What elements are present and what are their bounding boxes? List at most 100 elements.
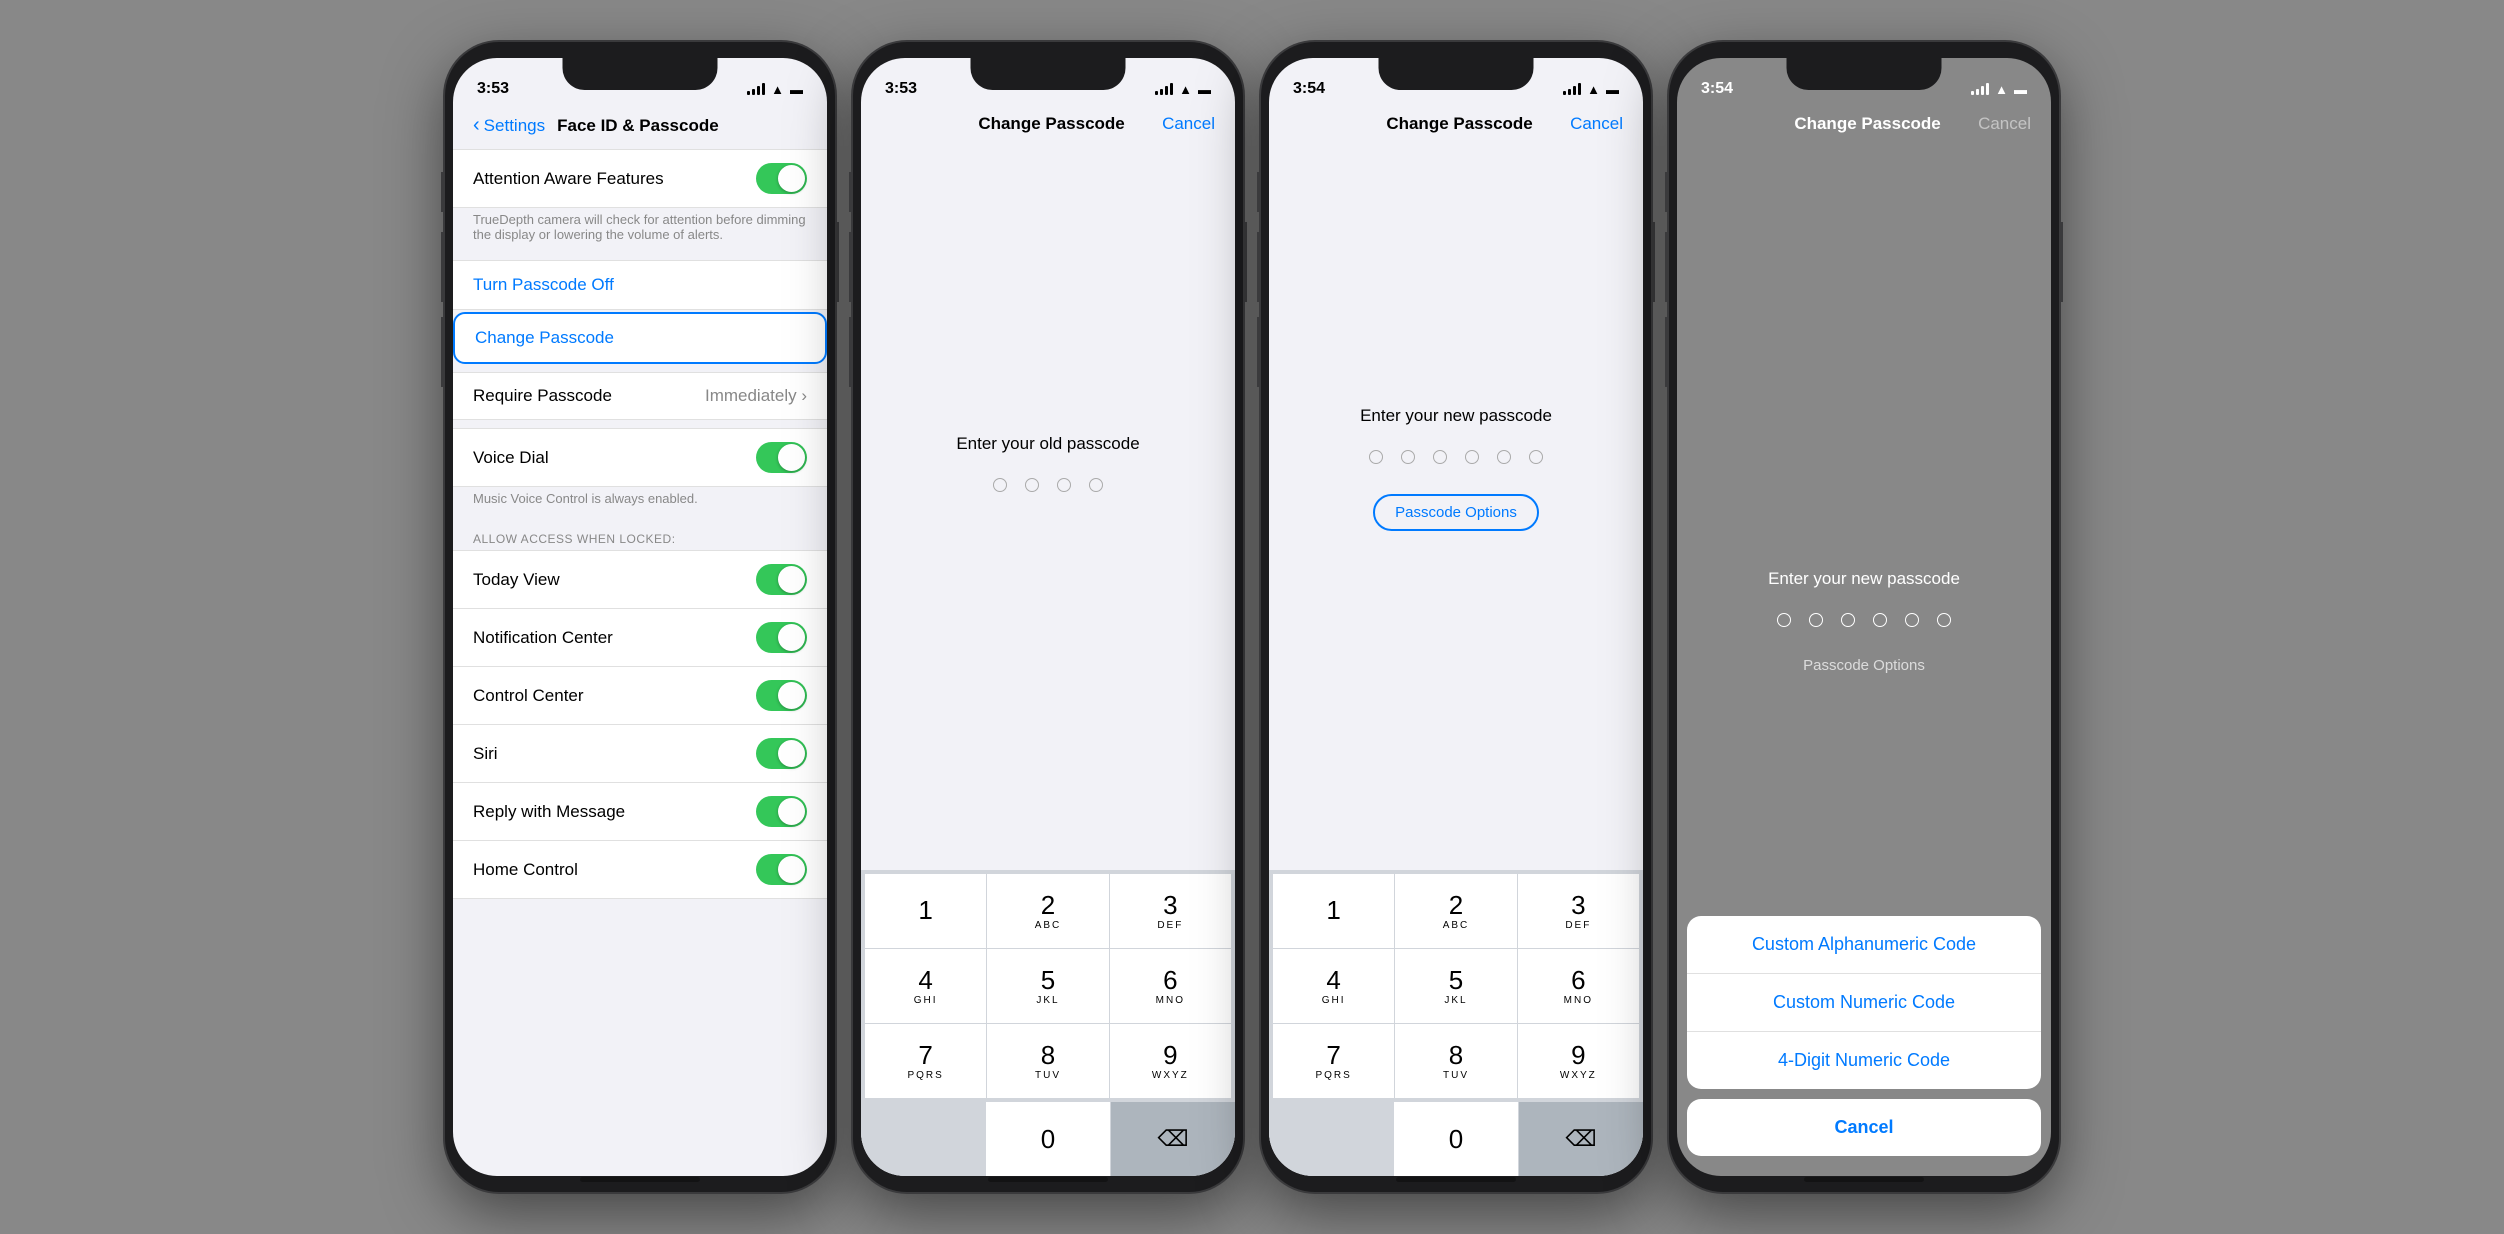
passcode-dots-4 (1777, 613, 1951, 627)
status-icons-1: ▲ ▬ (747, 82, 803, 97)
key-delete[interactable]: ⌫ (1111, 1102, 1235, 1176)
attention-toggle[interactable] (756, 163, 807, 194)
dot-4-6 (1937, 613, 1951, 627)
key-1[interactable]: 1 (865, 874, 986, 948)
iphone-3: 3:54 ▲ ▬ Change Passcode Cancel (1261, 42, 1651, 1192)
status-icons-4: ▲ ▬ (1971, 82, 2027, 97)
voice-dial-row: Voice Dial (453, 428, 827, 487)
passcode-options-button-3[interactable]: Passcode Options (1373, 494, 1539, 531)
reply-with-message-toggle[interactable] (756, 796, 807, 827)
home-indicator-4 (1804, 1177, 1924, 1182)
turn-passcode-off-row[interactable]: Turn Passcode Off (453, 260, 827, 310)
key-8[interactable]: 8TUV (987, 1024, 1108, 1098)
voice-dial-label: Voice Dial (473, 448, 549, 468)
battery-icon-4: ▬ (2014, 82, 2027, 97)
page-title-1: Face ID & Passcode (557, 116, 719, 136)
siri-toggle[interactable] (756, 738, 807, 769)
settings-nav: ‹ Settings Face ID & Passcode (453, 106, 827, 149)
wifi-icon-3: ▲ (1587, 82, 1600, 97)
passcode-dots-3 (1369, 450, 1543, 464)
passcode-title-3: Change Passcode (1386, 114, 1532, 134)
action-custom-numeric[interactable]: Custom Numeric Code (1687, 974, 2041, 1032)
key-3-1[interactable]: 1 (1273, 874, 1394, 948)
require-label: Require Passcode (473, 386, 612, 406)
require-passcode-row[interactable]: Require Passcode Immediately › (453, 372, 827, 420)
change-passcode-row[interactable]: Change Passcode (453, 312, 827, 364)
key-3-9[interactable]: 9WXYZ (1518, 1024, 1639, 1098)
dot-1 (993, 478, 1007, 492)
home-indicator-2 (988, 1177, 1108, 1182)
siri-label: Siri (473, 744, 498, 764)
key-3-3[interactable]: 3DEF (1518, 874, 1639, 948)
action-4digit-numeric[interactable]: 4-Digit Numeric Code (1687, 1032, 2041, 1089)
passcode-prompt-4: Enter your new passcode (1768, 569, 1960, 589)
time-3: 3:54 (1293, 80, 1325, 98)
key-3[interactable]: 3DEF (1110, 874, 1231, 948)
notification-center-row: Notification Center (453, 609, 827, 667)
dot-4-1 (1777, 613, 1791, 627)
passcode-content-2: Enter your old passcode (861, 146, 1235, 870)
wifi-icon-1: ▲ (771, 82, 784, 97)
voice-dial-sublabel: Music Voice Control is always enabled. (453, 487, 827, 516)
numpad-2: 1 2ABC 3DEF 4GHI 5JKL 6MNO 7PQRS 8TUV 9W… (861, 870, 1235, 1102)
passcode-cancel-2[interactable]: Cancel (1162, 114, 1215, 134)
passcode-title-4: Change Passcode (1794, 114, 1940, 134)
key-3-6[interactable]: 6MNO (1518, 949, 1639, 1023)
passcode-options-link-4: Passcode Options (1803, 657, 1925, 674)
key-9[interactable]: 9WXYZ (1110, 1024, 1231, 1098)
dot-3-6 (1529, 450, 1543, 464)
key-3-0[interactable]: 0 (1394, 1102, 1518, 1176)
key-5[interactable]: 5JKL (987, 949, 1108, 1023)
iphone-4-screen: 3:54 ▲ ▬ Change Passcode C (1677, 58, 2051, 1176)
key-7[interactable]: 7PQRS (865, 1024, 986, 1098)
home-indicator-1 (580, 1177, 700, 1182)
numpad-2-bottom: 0 ⌫ (861, 1102, 1235, 1176)
key-3-delete[interactable]: ⌫ (1519, 1102, 1643, 1176)
iphone-2-screen: 3:53 ▲ ▬ Change Passcode Cancel (861, 58, 1235, 1176)
action-custom-alphanumeric[interactable]: Custom Alphanumeric Code (1687, 916, 2041, 974)
attention-row: Attention Aware Features (453, 149, 827, 208)
back-button[interactable]: ‹ Settings (473, 114, 545, 137)
passcode-cancel-3[interactable]: Cancel (1570, 114, 1623, 134)
dot-3-4 (1465, 450, 1479, 464)
iphone-1-screen: 3:53 ▲ ▬ ‹ Settings (453, 58, 827, 1176)
dot-3 (1057, 478, 1071, 492)
control-center-toggle[interactable] (756, 680, 807, 711)
dot-4-4 (1873, 613, 1887, 627)
action-sheet-cancel[interactable]: Cancel (1687, 1099, 2041, 1156)
key-4[interactable]: 4GHI (865, 949, 986, 1023)
iphone-1: 3:53 ▲ ▬ ‹ Settings (445, 42, 835, 1192)
notification-center-toggle[interactable] (756, 622, 807, 653)
section-allow-access: Today View Notification Center Control C… (453, 550, 827, 899)
key-3-empty (1269, 1102, 1393, 1176)
key-3-2[interactable]: 2ABC (1395, 874, 1516, 948)
action-sheet-main: Custom Alphanumeric Code Custom Numeric … (1687, 916, 2041, 1089)
passcode-content-3: Enter your new passcode Passcode Options (1269, 146, 1643, 870)
key-3-7[interactable]: 7PQRS (1273, 1024, 1394, 1098)
passcode-nav-3: Change Passcode Cancel (1269, 106, 1643, 146)
today-view-toggle[interactable] (756, 564, 807, 595)
passcode-dots-2 (993, 478, 1103, 492)
key-3-4[interactable]: 4GHI (1273, 949, 1394, 1023)
back-chevron-icon: ‹ (473, 114, 480, 137)
dot-3-2 (1401, 450, 1415, 464)
change-passcode-label: Change Passcode (475, 328, 614, 347)
turn-passcode-label: Turn Passcode Off (473, 275, 614, 294)
key-2[interactable]: 2ABC (987, 874, 1108, 948)
require-value: Immediately › (705, 386, 807, 406)
voice-dial-toggle[interactable] (756, 442, 807, 473)
signal-icon-3 (1563, 83, 1581, 95)
passcode-title-2: Change Passcode (978, 114, 1124, 134)
key-3-8[interactable]: 8TUV (1395, 1024, 1516, 1098)
notch-2 (971, 58, 1126, 90)
key-6[interactable]: 6MNO (1110, 949, 1231, 1023)
time-4: 3:54 (1701, 80, 1733, 98)
dot-4-2 (1809, 613, 1823, 627)
passcode-cancel-4[interactable]: Cancel (1978, 114, 2031, 134)
numpad-3-container: 1 2ABC 3DEF 4GHI 5JKL 6MNO 7PQRS 8TUV 9W… (1269, 870, 1643, 1176)
attention-label: Attention Aware Features (473, 169, 664, 189)
key-3-5[interactable]: 5JKL (1395, 949, 1516, 1023)
signal-icon-4 (1971, 83, 1989, 95)
key-0[interactable]: 0 (986, 1102, 1110, 1176)
home-control-toggle[interactable] (756, 854, 807, 885)
